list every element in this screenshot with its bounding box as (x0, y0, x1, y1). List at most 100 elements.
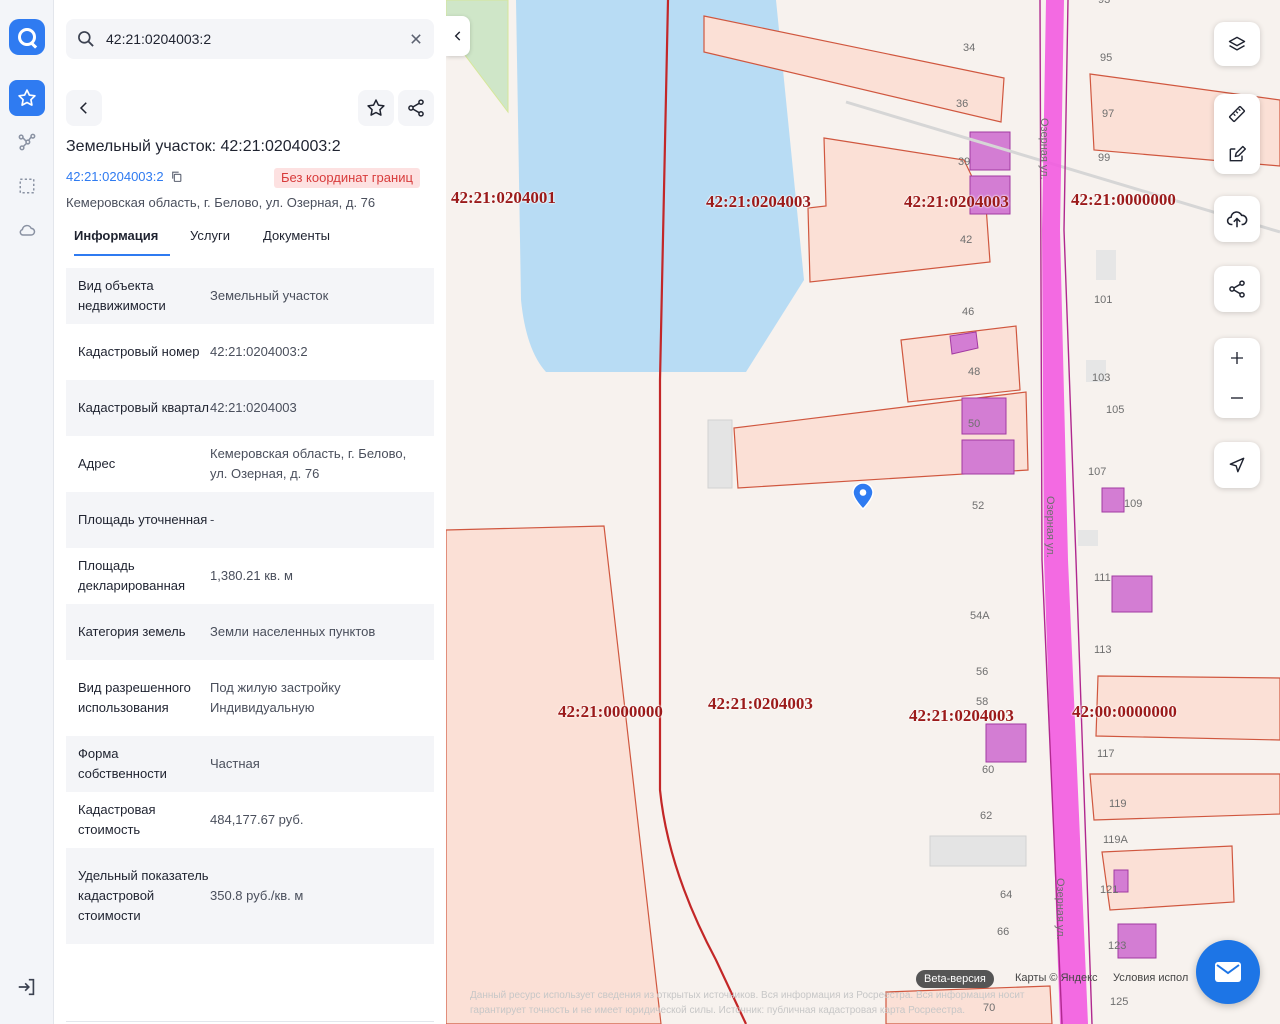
map-view[interactable]: 42:21:0204001 42:21:0204003 42:21:020400… (446, 0, 1280, 1024)
tab-services[interactable]: Услуги (190, 226, 230, 256)
cadastral-label: 42:00:0000000 (1072, 702, 1177, 721)
info-row: Вид объекта недвижимости Земельный участо… (66, 268, 434, 324)
info-table: Вид объекта недвижимости Земельный участо… (66, 268, 434, 944)
info-row: Вид разрешенного использования Под жилую … (66, 660, 434, 736)
layers-button[interactable] (1214, 22, 1260, 66)
cadastral-label: 42:21:0000000 (558, 702, 663, 721)
info-value: Земельный участок (210, 288, 329, 303)
terms-link[interactable]: Условия испол (1113, 972, 1188, 984)
search-box (66, 19, 434, 59)
cadastral-label: 42:21:0000000 (1071, 190, 1176, 209)
house-number: 60 (982, 764, 995, 776)
upload-control (1214, 196, 1260, 242)
location-pin-icon[interactable] (851, 482, 875, 510)
info-key: Вид разрешенного использования (78, 680, 191, 715)
house-number: 101 (1094, 294, 1113, 306)
house-number: 62 (980, 810, 993, 822)
house-number: 56 (976, 666, 989, 678)
info-key: Вид объекта недвижимости (78, 278, 166, 313)
mail-icon (1215, 962, 1241, 982)
rail-cloud-button[interactable] (9, 212, 45, 248)
clear-search-icon[interactable] (406, 29, 426, 49)
minus-icon (1231, 397, 1243, 399)
yandex-attribution[interactable]: Карты © Яндекс (1015, 972, 1098, 984)
ruler-button[interactable] (1214, 94, 1260, 134)
house-number: 125 (1110, 996, 1129, 1008)
share-button[interactable] (398, 90, 434, 126)
info-value: 484,177.67 руб. (210, 812, 304, 827)
search-icon (78, 31, 94, 47)
info-key: Удельный показатель кадастровой стоимост… (78, 868, 209, 923)
chevron-left-icon (79, 102, 87, 114)
status-badge: Без координат границ (274, 168, 420, 188)
tab-information[interactable]: Информация (74, 226, 158, 256)
active-tab-indicator (74, 254, 170, 256)
cadastral-number-link[interactable]: 42:21:0204003:2 (66, 169, 183, 184)
info-value: Под жилую застройку Индивидуальную (210, 680, 341, 715)
info-row: Категория земель Земли населенных пунктов (66, 604, 434, 660)
rail-route-button[interactable] (9, 124, 45, 160)
rail-area-button[interactable] (9, 168, 45, 204)
info-value: Частная (210, 756, 260, 771)
street-label: Озерная ул. (1054, 878, 1066, 940)
upload-button[interactable] (1214, 196, 1260, 242)
house-number: 97 (1102, 108, 1115, 120)
edit-icon (1229, 145, 1247, 162)
disclaimer-line: гарантирует точность и не имеет юридичес… (470, 1005, 966, 1016)
zoom-in-button[interactable] (1214, 338, 1260, 378)
logout-button[interactable] (16, 976, 38, 998)
star-icon (367, 99, 385, 116)
edit-button[interactable] (1214, 134, 1260, 174)
geolocation-button[interactable] (1214, 442, 1260, 488)
house-number: 52 (972, 500, 985, 512)
search-input[interactable] (106, 29, 396, 49)
select-area-icon (19, 178, 35, 194)
divider (66, 1021, 434, 1022)
disclaimer-line: Данный ресурс использует сведения из отк… (470, 990, 1025, 1001)
share-icon (408, 99, 424, 117)
tab-documents[interactable]: Документы (263, 226, 330, 256)
info-value: Земли населенных пунктов (210, 624, 376, 639)
copy-icon[interactable] (170, 170, 183, 183)
house-number: 119А (1103, 834, 1128, 846)
map-share-button[interactable] (1214, 266, 1260, 312)
house-number: 93 (1098, 0, 1111, 6)
house-number: 99 (1098, 152, 1111, 164)
info-key: Форма собственности (78, 746, 167, 781)
share-icon (1229, 280, 1245, 298)
rail-favorites-button[interactable] (9, 80, 45, 116)
info-panel: Земельный участок: 42:21:0204003:2 42:21… (54, 0, 446, 1024)
info-value: - (210, 512, 215, 527)
cloud-upload-icon (1226, 211, 1248, 228)
info-row: Кадастровая стоимость 484,177.67 руб. (66, 792, 434, 848)
house-number: 95 (1100, 52, 1113, 64)
house-number: 39 (958, 156, 971, 168)
house-number: 103 (1092, 372, 1111, 384)
info-key: Категория земель (78, 624, 186, 639)
logo-icon (18, 28, 36, 46)
info-row: Площадь уточненная - (66, 492, 434, 548)
house-number: 66 (997, 926, 1010, 938)
cadastral-label: 42:21:0204001 (451, 188, 556, 207)
back-button[interactable] (66, 90, 102, 126)
info-key: Площадь уточненная (78, 512, 208, 527)
app-logo[interactable] (9, 19, 45, 55)
house-number: 117 (1097, 748, 1115, 760)
info-row: Адрес Кемеровская область, г. Белово, ул.… (66, 436, 434, 492)
info-value: 42:21:0204003 (210, 400, 297, 415)
beta-badge: Beta-версия (916, 970, 994, 988)
geolocation-control (1214, 442, 1260, 488)
zoom-out-button[interactable] (1214, 378, 1260, 418)
cadastral-label: 42:21:0204003 (904, 192, 1009, 211)
house-number: 42 (960, 234, 973, 246)
feedback-mail-button[interactable] (1196, 940, 1260, 1004)
star-icon (18, 89, 36, 106)
layers-icon (1228, 36, 1246, 51)
share-control (1214, 266, 1260, 312)
plus-icon (1231, 352, 1243, 364)
cadastral-label: 42:21:0204003 (909, 706, 1014, 725)
collapse-panel-button[interactable] (446, 16, 470, 56)
house-number: 46 (962, 306, 975, 318)
info-row: Кадастровый номер 42:21:0204003:2 (66, 324, 434, 380)
favorite-button[interactable] (358, 90, 394, 126)
